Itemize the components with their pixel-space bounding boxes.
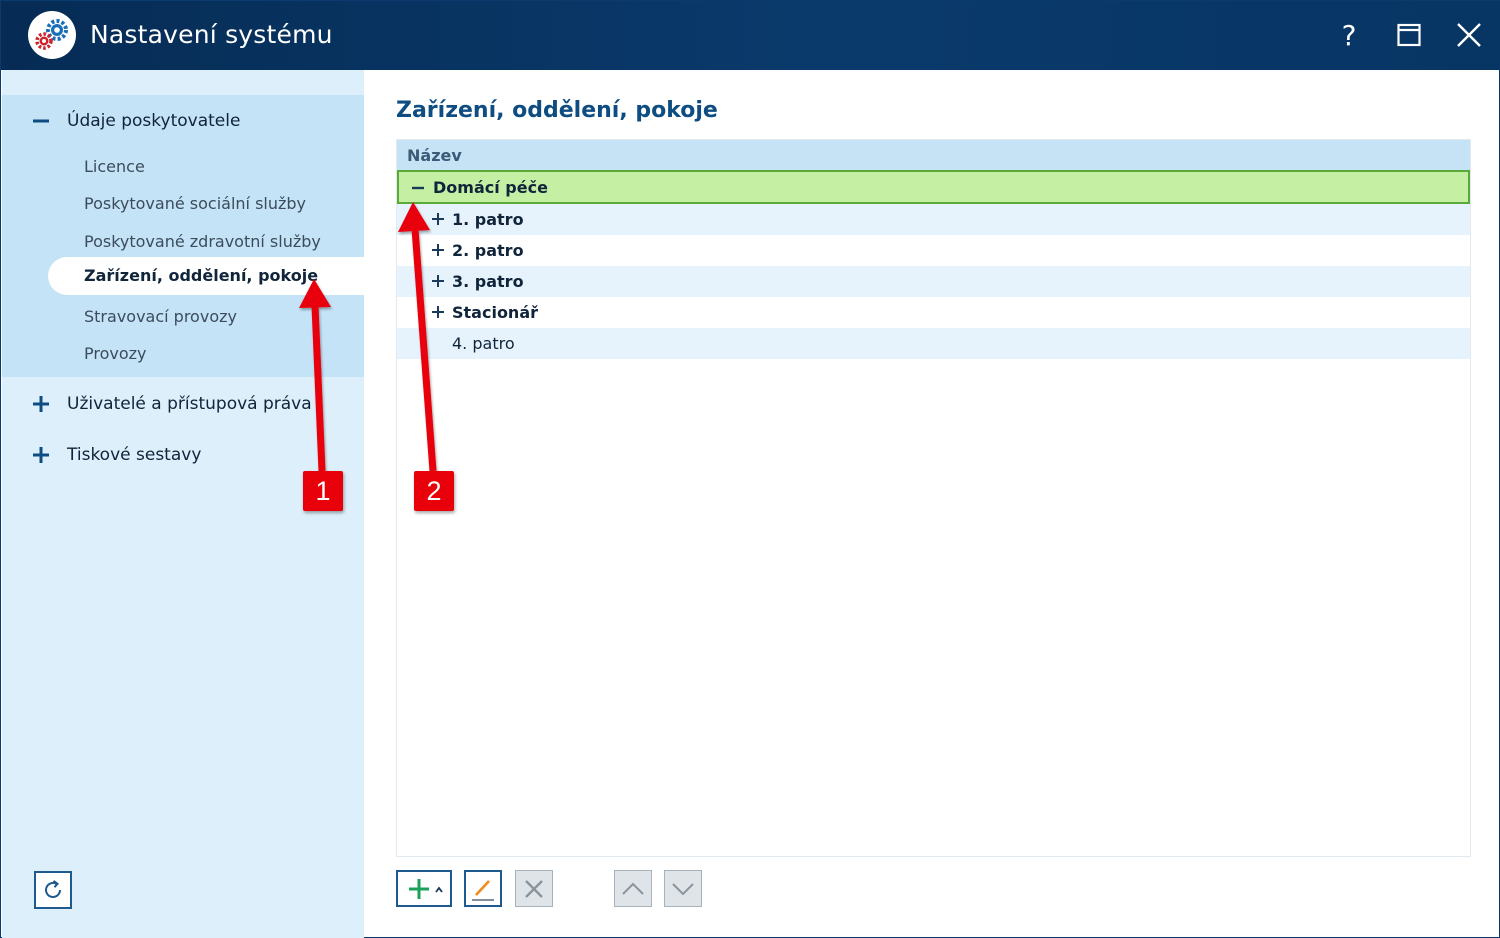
callout-badge-2: 2 [414,471,454,511]
settings-window: Nastavení systému ? Údaje poskytovatele [0,0,1500,938]
annotation-arrows [299,202,437,472]
callout-badge-1: 1 [303,471,343,511]
arrow-1 [299,279,331,472]
arrow-2 [398,202,437,472]
